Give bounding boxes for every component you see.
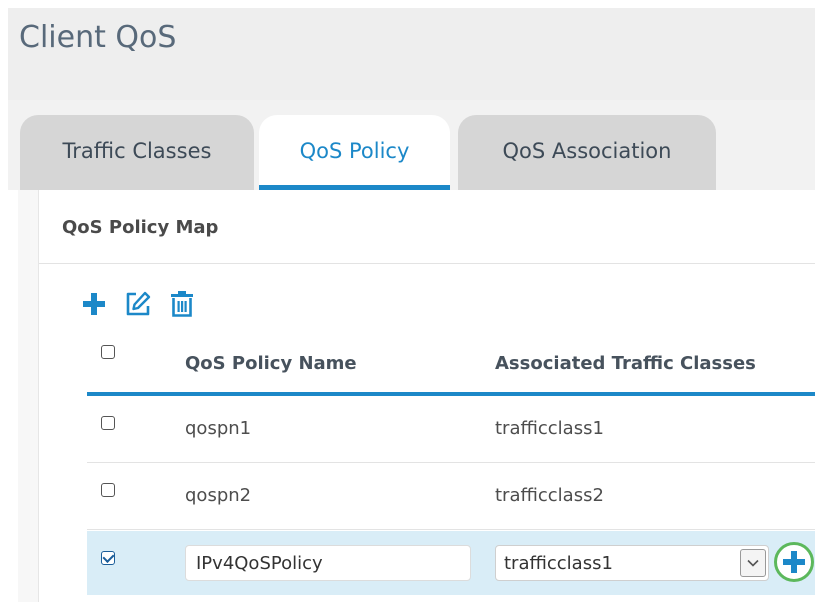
content-area: QoS Policy Map QoS Policy Name Associate… <box>18 190 815 602</box>
edit-row[interactable]: trafficclass1 <box>87 531 815 595</box>
traffic-class-cell: trafficclass2 <box>495 485 604 506</box>
row-checkbox[interactable] <box>101 483 115 497</box>
page-title: Client QoS <box>19 20 177 55</box>
select-all-checkbox[interactable] <box>101 345 115 359</box>
trash-icon <box>171 291 193 317</box>
delete-button[interactable] <box>167 289 197 319</box>
tab-label: QoS Association <box>502 139 672 163</box>
page-header: Client QoS <box>8 8 815 100</box>
dropdown-toggle[interactable] <box>740 549 766 577</box>
add-traffic-class-button[interactable] <box>774 542 814 582</box>
traffic-class-cell: trafficclass1 <box>495 418 604 439</box>
add-button[interactable] <box>79 289 109 319</box>
traffic-class-select[interactable]: trafficclass1 <box>495 545 769 581</box>
policy-map-panel: QoS Policy Map QoS Policy Name Associate… <box>38 190 815 602</box>
toolbar <box>79 289 197 319</box>
chevron-down-icon <box>747 559 759 567</box>
panel-title: QoS Policy Map <box>62 217 219 238</box>
plus-icon <box>83 293 105 315</box>
tab-traffic-classes[interactable]: Traffic Classes <box>20 115 254 190</box>
edit-row-checkbox[interactable] <box>101 551 115 565</box>
row-checkbox[interactable] <box>101 416 115 430</box>
traffic-class-select-value: trafficclass1 <box>504 553 613 574</box>
column-header-traffic-classes: Associated Traffic Classes <box>495 353 756 374</box>
edit-button[interactable] <box>123 289 153 319</box>
tab-bar: Traffic Classes QoS Policy QoS Associati… <box>8 100 815 190</box>
policy-name-input[interactable] <box>185 545 471 581</box>
table-row[interactable]: qospn2 trafficclass2 <box>87 464 815 530</box>
plus-icon <box>783 551 805 573</box>
table-header: QoS Policy Name Associated Traffic Class… <box>87 343 815 396</box>
divider <box>39 263 815 264</box>
policy-name-cell: qospn2 <box>185 485 252 506</box>
policy-name-cell: qospn1 <box>185 418 252 439</box>
edit-icon <box>126 291 151 316</box>
table-row[interactable]: qospn1 trafficclass1 <box>87 397 815 463</box>
tab-qos-association[interactable]: QoS Association <box>458 115 716 190</box>
tab-qos-policy[interactable]: QoS Policy <box>259 115 450 190</box>
column-header-name: QoS Policy Name <box>185 353 357 374</box>
tab-label: QoS Policy <box>299 139 410 163</box>
tab-label: Traffic Classes <box>62 139 212 163</box>
